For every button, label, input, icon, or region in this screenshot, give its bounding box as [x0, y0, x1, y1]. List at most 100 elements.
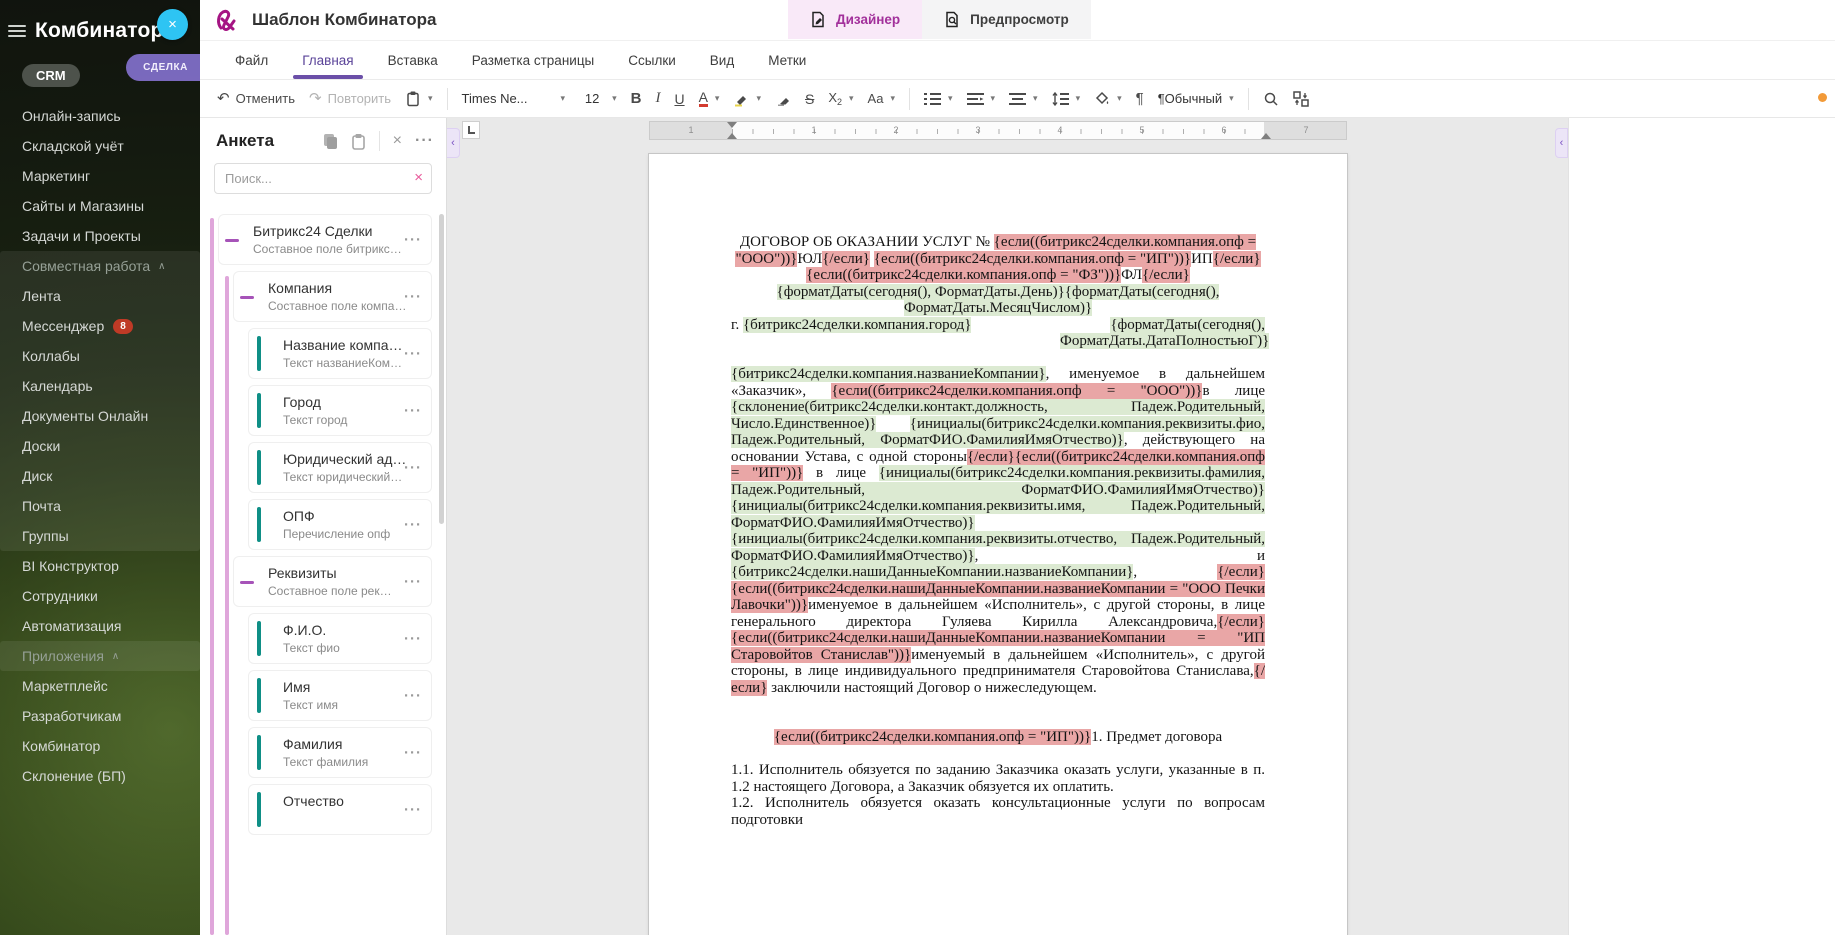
doc-paragraph[interactable]: 1.1. Исполнитель обязуется по заданию За…	[731, 762, 1265, 795]
font-family-select[interactable]: Times Ne...▾	[455, 87, 573, 110]
expand-right-panel-button[interactable]: ‹	[1555, 128, 1568, 158]
sidebar-item[interactable]: Сотрудники	[0, 581, 200, 611]
sidebar-item[interactable]: Маркетинг	[0, 161, 200, 191]
hamburger-menu-icon[interactable]	[8, 25, 26, 37]
field-more-menu[interactable]: ···	[404, 744, 422, 761]
sidebar-item[interactable]: Доски	[0, 431, 200, 461]
sidebar-section[interactable]: Приложения∧	[0, 641, 200, 671]
sidebar-item[interactable]: BI Конструктор	[0, 551, 200, 581]
collapse-dash-icon[interactable]	[240, 296, 254, 299]
paragraph-style-select[interactable]: ¶Обычный▾	[1151, 87, 1241, 110]
sidebar-item[interactable]: Лента	[0, 281, 200, 311]
sidebar-item[interactable]: Календарь	[0, 371, 200, 401]
shading-button[interactable]: ▾	[1087, 87, 1129, 111]
align-button[interactable]: ▾	[1002, 88, 1045, 110]
indent-button[interactable]: ▾	[960, 88, 1003, 110]
field-more-menu[interactable]: ···	[404, 801, 422, 818]
field-more-menu[interactable]: ···	[404, 687, 422, 704]
line-spacing-button[interactable]: ▾	[1045, 88, 1088, 110]
doc-paragraph[interactable]: ДОГОВОР ОБ ОКАЗАНИИ УСЛУГ № {если((битри…	[731, 234, 1265, 317]
field-card[interactable]: РеквизитыСоставное поле рек…···	[233, 556, 432, 607]
field-card[interactable]: Название компа…Текст названиеКом…···	[248, 328, 432, 379]
field-more-menu[interactable]: ···	[404, 345, 422, 362]
search-input[interactable]	[214, 163, 432, 194]
tab-Вид[interactable]: Вид	[693, 42, 751, 79]
right-indent-marker[interactable]	[1261, 133, 1271, 139]
field-more-menu[interactable]: ···	[404, 459, 422, 476]
field-more-menu[interactable]: ···	[404, 402, 422, 419]
sidebar-item[interactable]: Мессенджер8	[0, 311, 200, 341]
preview-mode-button[interactable]: Предпросмотр	[922, 0, 1091, 39]
first-line-indent-marker[interactable]	[727, 122, 737, 128]
left-indent-marker[interactable]	[727, 133, 737, 139]
undo-button[interactable]: ↶ Отменить	[210, 87, 302, 110]
horizontal-ruler[interactable]: 11234567	[649, 121, 1347, 140]
sidebar-item[interactable]: Автоматизация	[0, 611, 200, 641]
tab-Разметка страницы[interactable]: Разметка страницы	[455, 42, 611, 79]
field-more-menu[interactable]: ···	[404, 288, 422, 305]
tab-stop-selector[interactable]	[462, 121, 480, 139]
doc-paragraph[interactable]: {если((битрикс24сделки.компания.опф = "И…	[731, 729, 1265, 746]
sidebar-item[interactable]: Маркетплейс	[0, 671, 200, 701]
designer-mode-button[interactable]: Дизайнер	[788, 0, 922, 39]
search-button[interactable]	[1256, 87, 1286, 111]
italic-button[interactable]: I	[648, 86, 667, 111]
sidebar-item[interactable]: Онлайн-запись	[0, 101, 200, 131]
sidebar-section[interactable]: Совместная работа∧	[0, 251, 200, 281]
sidebar-item[interactable]: Диск	[0, 461, 200, 491]
sidebar-item[interactable]: Документы Онлайн	[0, 401, 200, 431]
underline-button[interactable]: U	[667, 87, 691, 111]
subscript-button[interactable]: X2▾	[821, 86, 860, 111]
paste-button[interactable]: ▾	[398, 86, 440, 111]
close-icon[interactable]: ×	[393, 132, 402, 150]
field-more-menu[interactable]: ···	[404, 231, 422, 248]
sidebar-item[interactable]: Комбинатор	[0, 731, 200, 761]
clear-format-button[interactable]	[768, 87, 798, 111]
change-case-button[interactable]: Aa▾	[861, 87, 902, 110]
replace-button[interactable]	[1286, 87, 1316, 111]
collapse-dash-icon[interactable]	[225, 239, 239, 242]
highlight-color-button[interactable]: ▾	[726, 87, 768, 111]
paste-icon[interactable]	[351, 133, 366, 150]
tab-Ссылки[interactable]: Ссылки	[611, 42, 693, 79]
sidebar-item[interactable]: Склонение (БП)	[0, 761, 200, 791]
tab-Метки[interactable]: Метки	[751, 42, 823, 79]
redo-button[interactable]: ↷ Повторить	[302, 87, 398, 110]
city-date-paragraph[interactable]: г. {битрикс24сделки.компания.город}{форм…	[731, 317, 1265, 350]
anketa-scrollbar[interactable]	[439, 214, 444, 524]
tab-Файл[interactable]: Файл	[218, 42, 285, 79]
sidebar-item[interactable]: Задачи и Проекты	[0, 221, 200, 251]
doc-paragraph[interactable]: {битрикс24сделки.компания.названиеКомпан…	[731, 366, 1265, 696]
field-card[interactable]: Юридический ад…Текст юридический…···	[248, 442, 432, 493]
doc-paragraph[interactable]: 1.2. Исполнитель обязуется оказать консу…	[731, 795, 1265, 828]
sidebar-item[interactable]: Группы	[0, 521, 200, 551]
collapse-dash-icon[interactable]	[240, 581, 254, 584]
strikethrough-button[interactable]: S	[798, 87, 821, 111]
field-more-menu[interactable]: ···	[404, 516, 422, 533]
field-card[interactable]: ОПФПеречисление опф···	[248, 499, 432, 550]
bold-button[interactable]: B	[624, 86, 649, 111]
sidebar-item[interactable]: Коллабы	[0, 341, 200, 371]
font-size-select[interactable]: 12▾	[572, 87, 624, 110]
field-card[interactable]: КомпанияСоставное поле компа…···	[233, 271, 432, 322]
sidebar-item[interactable]: Складской учёт	[0, 131, 200, 161]
field-card[interactable]: ИмяТекст имя···	[248, 670, 432, 721]
clear-search-icon[interactable]: ×	[414, 169, 423, 186]
field-card[interactable]: Ф.И.О.Текст фио···	[248, 613, 432, 664]
list-button[interactable]: ▾	[917, 88, 960, 110]
field-card[interactable]: ГородТекст город···	[248, 385, 432, 436]
show-paragraph-marks-button[interactable]: ¶	[1129, 87, 1151, 110]
field-more-menu[interactable]: ···	[404, 573, 422, 590]
tab-Главная[interactable]: Главная	[285, 42, 370, 79]
field-more-menu[interactable]: ···	[404, 630, 422, 647]
copy-icon[interactable]	[323, 133, 338, 150]
tab-Вставка[interactable]: Вставка	[371, 42, 455, 79]
collapse-anketa-button[interactable]: ‹	[447, 128, 460, 158]
sidebar-item[interactable]: Почта	[0, 491, 200, 521]
close-overlay-button[interactable]: ×	[157, 9, 188, 40]
field-card[interactable]: Битрикс24 СделкиСоставное поле битрикс…·…	[218, 214, 432, 265]
document-page[interactable]: ДОГОВОР ОБ ОКАЗАНИИ УСЛУГ № {если((битри…	[649, 154, 1347, 935]
field-card[interactable]: Отчество···	[248, 784, 432, 835]
sidebar-item[interactable]: Сайты и Магазины	[0, 191, 200, 221]
font-color-button[interactable]: A▾	[692, 86, 727, 111]
